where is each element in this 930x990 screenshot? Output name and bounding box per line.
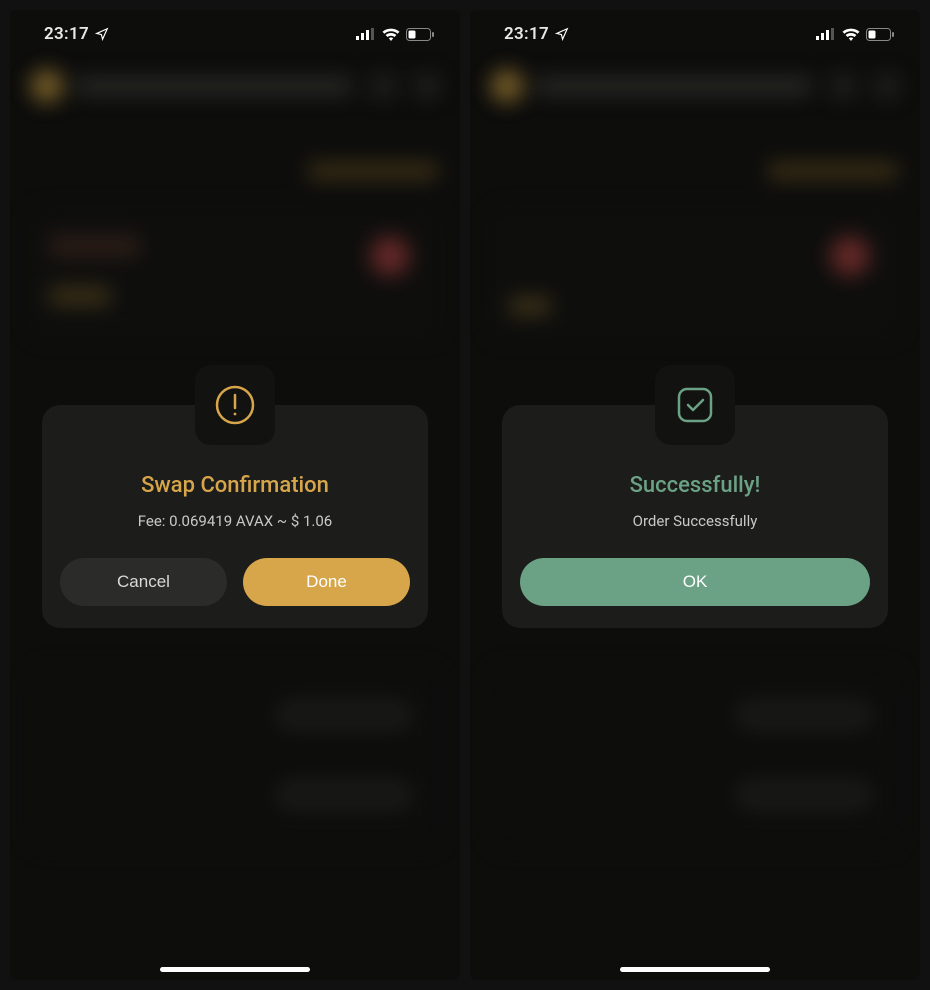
status-bar-right [816,28,894,41]
status-bar-right [356,28,434,41]
phone-screen-success: 23:17 Successfully! Order Successfully O… [470,10,920,980]
modal-title: Swap Confirmation [60,473,410,498]
battery-icon [866,28,894,41]
wifi-icon [382,28,400,41]
success-badge [655,365,735,445]
home-indicator[interactable] [620,967,770,972]
wifi-icon [842,28,860,41]
status-bar-left: 23:17 [44,24,109,44]
status-bar-left: 23:17 [504,24,569,44]
cancel-button[interactable]: Cancel [60,558,227,606]
fee-text: Fee: 0.069419 AVAX ~ $ 1.06 [60,512,410,530]
swap-confirmation-modal: Swap Confirmation Fee: 0.069419 AVAX ~ $… [42,405,428,628]
battery-icon [406,28,434,41]
location-arrow-icon [555,27,569,41]
button-row: Cancel Done [60,558,410,606]
cellular-signal-icon [356,28,376,40]
alert-circle-icon [213,383,257,427]
status-time: 23:17 [504,24,549,44]
ok-button[interactable]: OK [520,558,870,606]
alert-badge [195,365,275,445]
button-row: OK [520,558,870,606]
status-bar: 23:17 [470,10,920,58]
phone-screen-confirmation: 23:17 Swap Confirmation Fee: 0.069419 AV… [10,10,460,980]
status-bar: 23:17 [10,10,460,58]
success-modal: Successfully! Order Successfully OK [502,405,888,628]
status-time: 23:17 [44,24,89,44]
check-square-icon [673,383,717,427]
success-message: Order Successfully [520,512,870,530]
cellular-signal-icon [816,28,836,40]
modal-title: Successfully! [520,473,870,498]
location-arrow-icon [95,27,109,41]
home-indicator[interactable] [160,967,310,972]
done-button[interactable]: Done [243,558,410,606]
